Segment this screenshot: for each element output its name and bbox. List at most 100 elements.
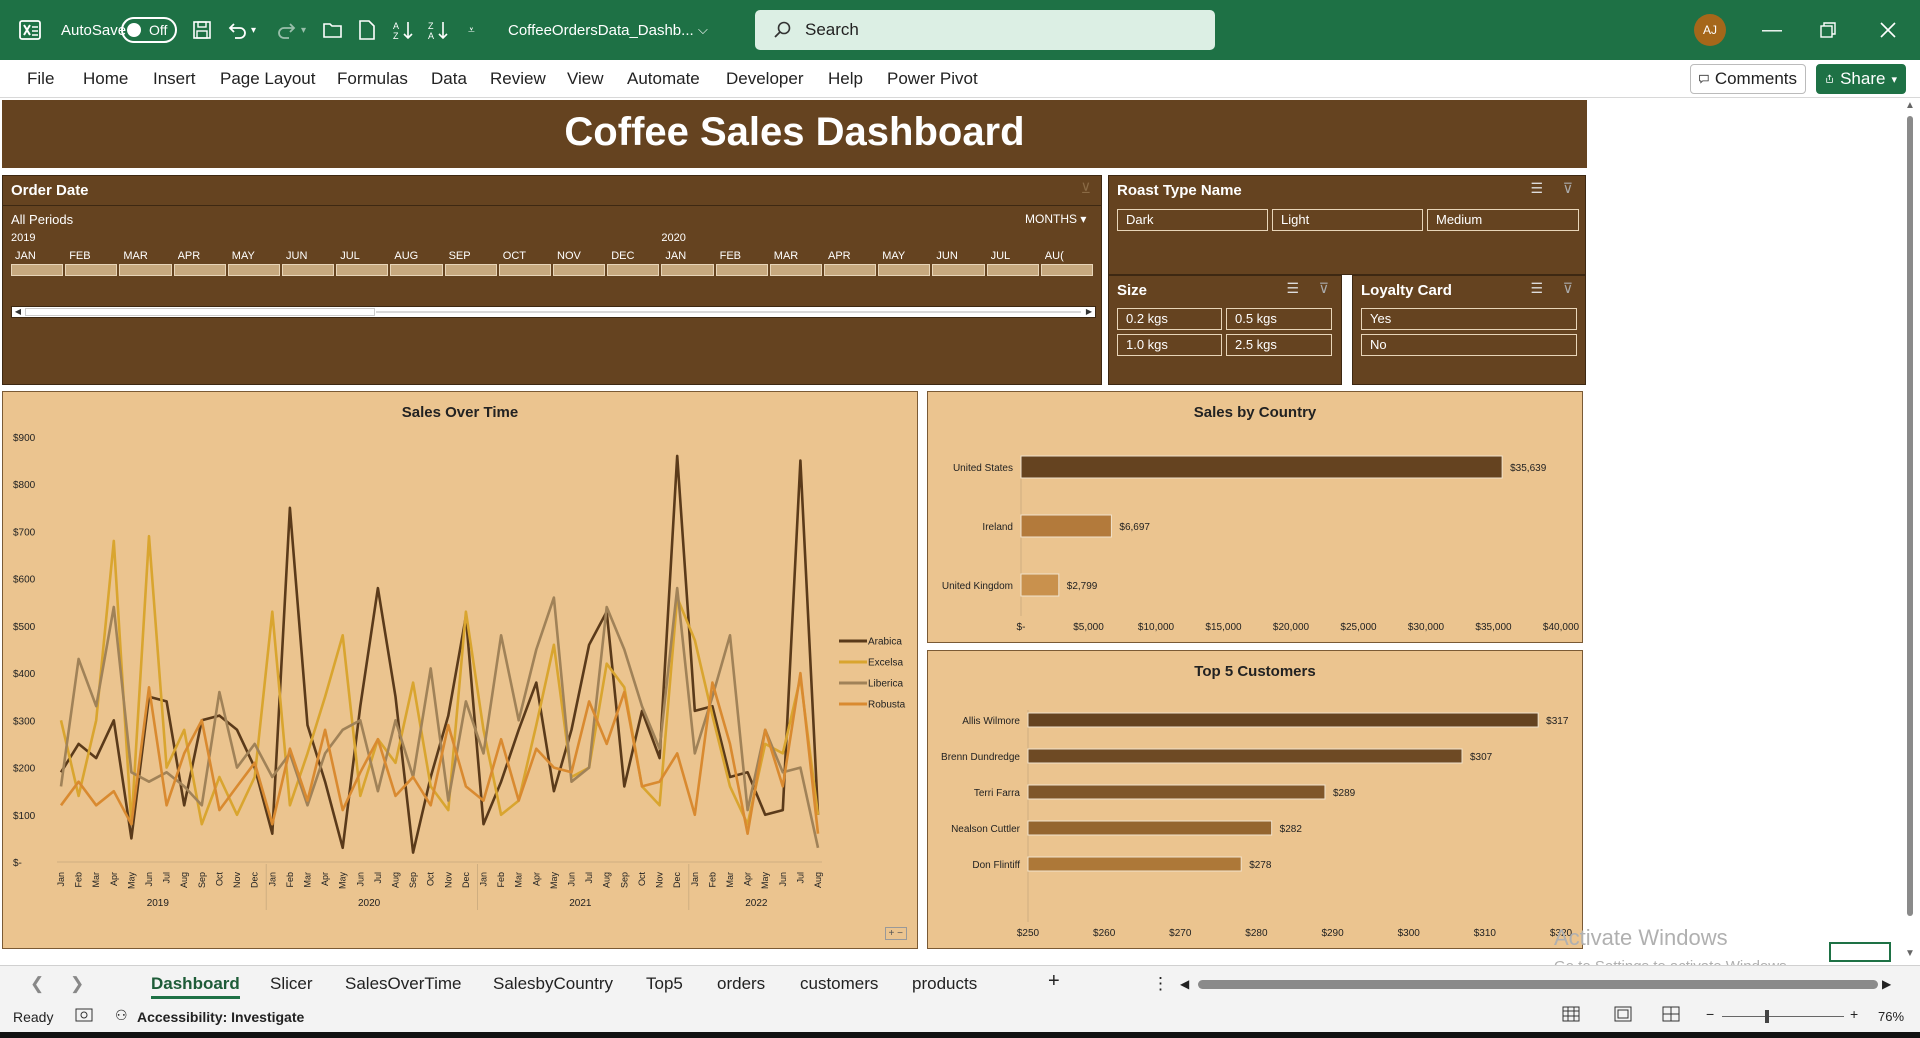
prev-sheet-icon[interactable]: ❮ bbox=[30, 974, 44, 994]
timeline-period-cell[interactable] bbox=[824, 264, 877, 276]
sort-desc-icon[interactable]: ZA bbox=[427, 0, 449, 60]
sort-asc-icon[interactable]: AZ bbox=[392, 0, 414, 60]
slicer-item-yes[interactable]: Yes bbox=[1361, 308, 1577, 330]
timeline-period-cell[interactable] bbox=[986, 264, 1039, 276]
sheet-tab-salesovertime[interactable]: SalesOverTime bbox=[345, 974, 462, 994]
sheet-tab-orders[interactable]: orders bbox=[717, 974, 765, 994]
sales-over-time-chart[interactable]: Sales Over Time $- $100 $200 $300 $400 $500 $6… bbox=[2, 391, 918, 949]
sheet-tab-dashboard[interactable]: Dashboard bbox=[151, 974, 240, 999]
timeline-scrollbar[interactable]: ◀ ▶ bbox=[11, 306, 1096, 318]
tab-automate[interactable]: Automate bbox=[627, 69, 700, 89]
timeline-period-cell[interactable] bbox=[715, 264, 768, 276]
customize-icon[interactable]: ⩡ bbox=[468, 0, 475, 60]
accessibility-icon[interactable]: ⚇ bbox=[115, 1007, 128, 1024]
slicer-item-0-5kgs[interactable]: 0.5 kgs bbox=[1226, 308, 1332, 330]
tab-power-pivot[interactable]: Power Pivot bbox=[887, 69, 978, 89]
multi-select-icon[interactable]: ☰ bbox=[1530, 280, 1543, 297]
slicer-item-1-0kgs[interactable]: 1.0 kgs bbox=[1117, 334, 1222, 356]
multi-select-icon[interactable]: ☰ bbox=[1530, 180, 1543, 197]
timeline-period-cell[interactable] bbox=[11, 264, 64, 276]
undo-icon[interactable]: ▾ bbox=[226, 0, 256, 60]
sheet-tab-slicer[interactable]: Slicer bbox=[270, 974, 313, 994]
new-icon[interactable] bbox=[358, 0, 376, 60]
timeline-period-cell[interactable] bbox=[444, 264, 497, 276]
accessibility-status[interactable]: Accessibility: Investigate bbox=[137, 1009, 304, 1025]
zoom-out-icon[interactable]: − bbox=[1706, 1006, 1714, 1022]
sheet-tab-customers[interactable]: customers bbox=[800, 974, 878, 994]
sheet-tab-salesbycountry[interactable]: SalesbyCountry bbox=[493, 974, 613, 994]
scroll-up-icon[interactable]: ▲ bbox=[1905, 100, 1915, 111]
tab-developer[interactable]: Developer bbox=[726, 69, 804, 89]
tab-view[interactable]: View bbox=[567, 69, 604, 89]
zoom-controls[interactable]: + − bbox=[884, 927, 907, 940]
redo-icon[interactable]: ▾ bbox=[276, 0, 306, 60]
timeline-period-cell[interactable] bbox=[607, 264, 660, 276]
comments-button[interactable]: Comments bbox=[1690, 64, 1806, 94]
avatar[interactable]: AJ bbox=[1694, 14, 1726, 46]
timeline-period-cell[interactable] bbox=[390, 264, 443, 276]
timeline-period-cell[interactable] bbox=[661, 264, 714, 276]
chevron-down-icon[interactable]: ⌵ bbox=[698, 0, 708, 60]
slicer-item-2-5kgs[interactable]: 2.5 kgs bbox=[1226, 334, 1332, 356]
sales-by-country-chart[interactable]: Sales by Country $- $5,000 $10,000 $15,000 $… bbox=[927, 391, 1583, 643]
tab-file[interactable]: File bbox=[27, 69, 54, 89]
slicer-item-light[interactable]: Light bbox=[1272, 209, 1423, 231]
tab-insert[interactable]: Insert bbox=[153, 69, 196, 89]
hscroll-right-icon[interactable]: ▶ bbox=[1882, 977, 1891, 991]
scroll-thumb[interactable] bbox=[25, 308, 375, 316]
timeline-period-cell[interactable] bbox=[65, 264, 118, 276]
timeline-period-cell[interactable] bbox=[878, 264, 931, 276]
timeline-period-cell[interactable] bbox=[282, 264, 335, 276]
scroll-down-icon[interactable]: ▼ bbox=[1905, 948, 1915, 959]
file-name[interactable]: CoffeeOrdersData_Dashb... bbox=[508, 0, 694, 60]
timeline-period-cell[interactable] bbox=[173, 264, 226, 276]
zoom-level[interactable]: 76% bbox=[1878, 1009, 1904, 1024]
slicer-item-medium[interactable]: Medium bbox=[1427, 209, 1579, 231]
add-sheet-icon[interactable]: + bbox=[1048, 970, 1060, 993]
page-break-icon[interactable] bbox=[1662, 1006, 1680, 1025]
tab-formulas[interactable]: Formulas bbox=[337, 69, 408, 89]
slicer-item-no[interactable]: No bbox=[1361, 334, 1577, 356]
timeline-period-cell[interactable] bbox=[769, 264, 822, 276]
save-icon[interactable] bbox=[192, 0, 212, 60]
timeline-period-cell[interactable] bbox=[227, 264, 280, 276]
hscroll-left-icon[interactable]: ◀ bbox=[1180, 977, 1189, 991]
close-icon[interactable] bbox=[1880, 0, 1896, 60]
sheet-tab-products[interactable]: products bbox=[912, 974, 977, 994]
hscroll-thumb[interactable] bbox=[1198, 980, 1878, 989]
tab-data[interactable]: Data bbox=[431, 69, 467, 89]
timeline-period-cell[interactable] bbox=[1040, 264, 1093, 276]
vscroll-thumb[interactable] bbox=[1907, 116, 1913, 916]
selected-cell[interactable] bbox=[1829, 942, 1891, 962]
scroll-right-icon[interactable]: ▶ bbox=[1083, 307, 1095, 317]
normal-view-icon[interactable] bbox=[1562, 1006, 1580, 1025]
timeline-period-cell[interactable] bbox=[119, 264, 172, 276]
sheet-tab-top5[interactable]: Top5 bbox=[646, 974, 683, 994]
minimize-icon[interactable]: — bbox=[1762, 0, 1782, 60]
zoom-slider[interactable] bbox=[1722, 1016, 1844, 1017]
clear-filter-icon[interactable]: ⊻ bbox=[1081, 180, 1091, 197]
clear-filter-icon[interactable]: ⊽ bbox=[1563, 180, 1573, 197]
slicer-item-dark[interactable]: Dark bbox=[1117, 209, 1268, 231]
restore-icon[interactable] bbox=[1820, 0, 1836, 60]
macro-record-icon[interactable] bbox=[75, 1007, 93, 1026]
zoom-in-icon[interactable]: + bbox=[1850, 1006, 1858, 1022]
clear-filter-icon[interactable]: ⊽ bbox=[1319, 280, 1329, 297]
zoom-slider-thumb[interactable] bbox=[1765, 1010, 1769, 1023]
more-options-icon[interactable]: ⋮ bbox=[1152, 974, 1169, 994]
timeline-period-cell[interactable] bbox=[336, 264, 389, 276]
scroll-left-icon[interactable]: ◀ bbox=[12, 307, 24, 317]
timeline-period-cell[interactable] bbox=[553, 264, 606, 276]
tab-help[interactable]: Help bbox=[828, 69, 863, 89]
vertical-scrollbar[interactable]: ▲ ▼ bbox=[1900, 98, 1920, 965]
tab-page-layout[interactable]: Page Layout bbox=[220, 69, 315, 89]
multi-select-icon[interactable]: ☰ bbox=[1286, 280, 1299, 297]
tab-review[interactable]: Review bbox=[490, 69, 546, 89]
open-icon[interactable] bbox=[322, 0, 344, 60]
page-layout-icon[interactable] bbox=[1614, 1006, 1632, 1025]
timeline-level-dropdown[interactable]: MONTHS ▾ bbox=[1025, 212, 1086, 226]
search-input[interactable]: Search bbox=[755, 10, 1215, 50]
excel-logo-icon[interactable] bbox=[18, 0, 42, 60]
slicer-item-0-2kgs[interactable]: 0.2 kgs bbox=[1117, 308, 1222, 330]
next-sheet-icon[interactable]: ❯ bbox=[70, 974, 84, 994]
